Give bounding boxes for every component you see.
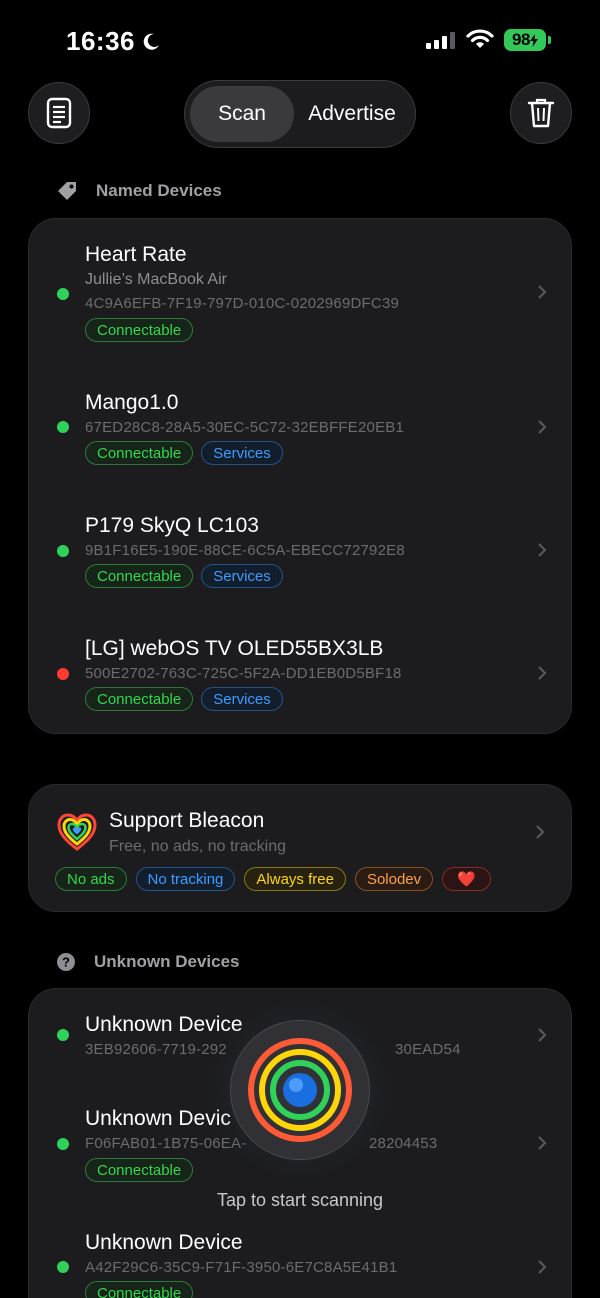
log-button[interactable] [28, 82, 90, 144]
mode-segmented-control: Scan Advertise [184, 80, 416, 148]
device-name: Unknown Devic [85, 1107, 231, 1130]
device-name: Unknown Device [85, 1231, 243, 1254]
device-row[interactable]: P179 SkyQ LC103 9B1F16E5-190E-88CE-6C5A-… [29, 492, 573, 602]
device-row[interactable]: Unknown Device A42F29C6-35C9-F71F-3950-6… [29, 1213, 573, 1298]
tag-connectable: Connectable [85, 1158, 194, 1182]
device-uuid-start: 3EB92606-7719-292 [85, 1041, 227, 1058]
status-dot [57, 545, 69, 557]
device-name: Heart Rate [85, 243, 187, 266]
chevron-right-icon [538, 543, 547, 557]
device-uuid: A42F29C6-35C9-F71F-3950-6E7C8A5E41B1 [85, 1259, 398, 1276]
tag-icon [58, 182, 76, 200]
wifi-icon [466, 29, 494, 48]
status-dot [57, 288, 69, 300]
named-devices-card: Heart Rate Jullie’s MacBook Air 4C9A6EFB… [28, 218, 572, 734]
support-tags: No ads No tracking Always free Solodev ❤… [55, 867, 491, 891]
device-tags: Connectable Services [85, 687, 283, 711]
status-dot [57, 1261, 69, 1273]
tag-connectable: Connectable [85, 318, 194, 342]
tag-no-ads: No ads [55, 867, 127, 891]
device-uuid: 9B1F16E5-190E-88CE-6C5A-EBECC72792E8 [85, 542, 405, 559]
status-dot [57, 668, 69, 680]
device-uuid: 4C9A6EFB-7F19-797D-010C-0202969DFC39 [85, 295, 400, 312]
device-name: Unknown Device [85, 1013, 243, 1036]
device-name: Mango1.0 [85, 391, 179, 414]
device-row[interactable]: [LG] webOS TV OLED55BX3LB 500E2702-763C-… [29, 615, 573, 725]
charging-bolt-icon [529, 33, 538, 47]
device-uuid-start: F06FAB01-1B75-06EA- [85, 1135, 247, 1152]
device-tags: Connectable [85, 1158, 194, 1182]
start-scan-button[interactable] [230, 1020, 370, 1160]
rainbow-heart-icon [57, 813, 97, 851]
scan-hint: Tap to start scanning [216, 1190, 384, 1210]
device-name: [LG] webOS TV OLED55BX3LB [85, 637, 384, 660]
segment-advertise[interactable]: Advertise [294, 86, 410, 142]
device-uuid: 67ED28C8-28A5-30EC-5C72-32EBFFE20EB1 [85, 419, 405, 436]
device-tags: Connectable Services [85, 441, 283, 465]
tag-heart: ❤️ [442, 867, 491, 891]
device-tags: Connectable Services [85, 564, 283, 588]
battery-indicator: 98 [504, 29, 546, 51]
status-bar: 16:36 98 [0, 0, 600, 80]
segment-scan[interactable]: Scan [190, 86, 294, 142]
support-subtitle: Free, no ads, no tracking [109, 838, 286, 855]
device-uuid: 500E2702-763C-725C-5F2A-DD1EB0D5BF18 [85, 665, 402, 682]
device-row[interactable]: Mango1.0 67ED28C8-28A5-30EC-5C72-32EBFFE… [29, 369, 573, 479]
tag-no-tracking: No tracking [135, 867, 236, 891]
device-tags: Connectable [85, 1281, 194, 1298]
chevron-right-icon [538, 1136, 547, 1150]
svg-text:?: ? [62, 955, 70, 970]
tag-services: Services [201, 687, 283, 711]
chevron-right-icon [538, 1260, 547, 1274]
device-uuid-end: 28204453 [369, 1135, 438, 1152]
question-icon: ? [57, 953, 75, 971]
status-dot [57, 1138, 69, 1150]
status-dot [57, 421, 69, 433]
tag-connectable: Connectable [85, 564, 194, 588]
status-time: 16:36 [66, 26, 161, 57]
support-card[interactable]: Support Bleacon Free, no ads, no trackin… [28, 784, 572, 912]
section-header-named: Named Devices [56, 180, 222, 202]
cellular-signal-icon [426, 31, 455, 49]
battery-cap [548, 36, 551, 44]
radar-rings-icon [248, 1038, 352, 1142]
section-header-unknown: ? Unknown Devices [56, 952, 240, 972]
trash-icon [527, 98, 555, 128]
tag-always-free: Always free [244, 867, 346, 891]
chevron-right-icon [538, 666, 547, 680]
chevron-right-icon [538, 420, 547, 434]
status-dot [57, 1029, 69, 1041]
chevron-right-icon [538, 1028, 547, 1042]
clear-button[interactable] [510, 82, 572, 144]
device-name: P179 SkyQ LC103 [85, 514, 259, 537]
battery-level: 98 [512, 30, 530, 49]
moon-icon [143, 33, 159, 50]
section-title-unknown: Unknown Devices [94, 952, 240, 971]
tag-services: Services [201, 564, 283, 588]
document-list-icon [46, 97, 72, 129]
device-uuid-end: 30EAD54 [395, 1041, 461, 1058]
tag-solodev: Solodev [354, 867, 434, 891]
chevron-right-icon [538, 285, 547, 299]
time-text: 16:36 [66, 26, 135, 56]
support-title: Support Bleacon [109, 809, 265, 832]
tag-connectable: Connectable [85, 441, 194, 465]
tag-services: Services [201, 441, 283, 465]
chevron-right-icon [536, 825, 545, 839]
device-subtitle: Jullie’s MacBook Air [85, 271, 227, 288]
device-tags: Connectable [85, 318, 194, 342]
section-title-named: Named Devices [96, 181, 222, 200]
device-row[interactable]: Heart Rate Jullie’s MacBook Air 4C9A6EFB… [29, 219, 573, 349]
tag-connectable: Connectable [85, 687, 194, 711]
tag-connectable: Connectable [85, 1281, 194, 1298]
